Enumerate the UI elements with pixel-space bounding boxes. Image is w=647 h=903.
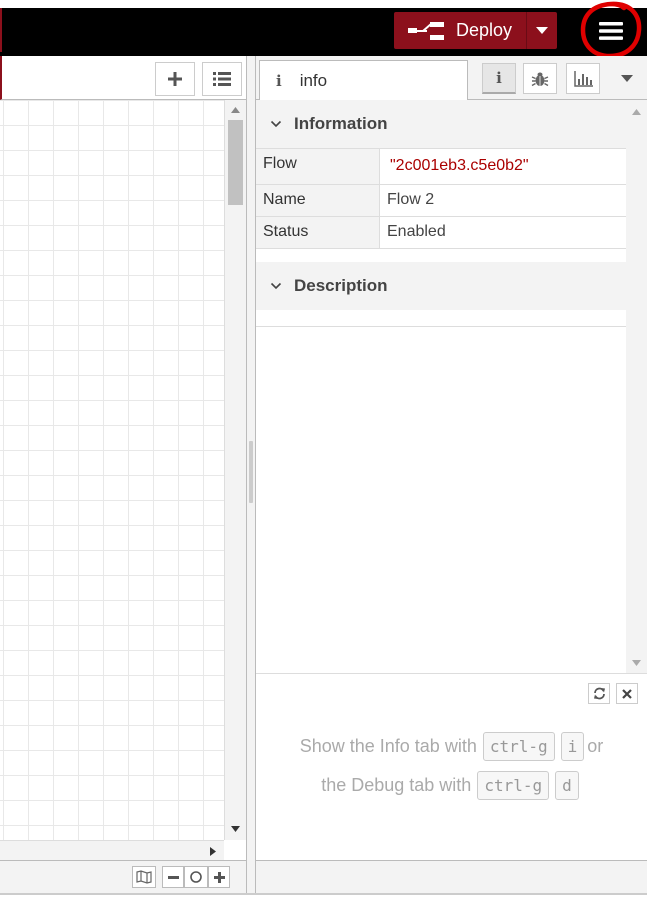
info-icon: i xyxy=(276,72,282,90)
shortcut-key: ctrl-g xyxy=(477,771,550,800)
workspace-canvas[interactable] xyxy=(0,100,224,840)
info-key: Name xyxy=(256,185,380,216)
help-line-debug: the Debug tab with ctrl-g d xyxy=(256,771,647,800)
chart-icon xyxy=(573,70,593,87)
information-title: Information xyxy=(294,114,388,133)
info-value: Flow 2 xyxy=(387,191,435,208)
info-key: Status xyxy=(256,217,380,248)
sidebar-tabs-menu-button[interactable] xyxy=(620,72,634,84)
workspace-tabs-bar xyxy=(0,56,246,100)
sidebar-splitter[interactable] xyxy=(246,56,256,893)
workspace-scroll-thumb[interactable] xyxy=(228,120,243,205)
table-row: Status Enabled xyxy=(256,217,626,249)
table-row: Name Flow 2 xyxy=(256,185,626,217)
description-section-header[interactable]: Description xyxy=(256,262,626,310)
deploy-icon xyxy=(408,21,444,40)
deploy-label: Deploy xyxy=(456,20,513,40)
divider xyxy=(256,326,626,327)
workspace-vertical-scrollbar[interactable] xyxy=(224,100,246,840)
caret-down-icon xyxy=(536,26,548,34)
zoom-in-button[interactable] xyxy=(208,866,230,888)
refresh-button[interactable] xyxy=(588,683,610,704)
dashboard-tab-button[interactable] xyxy=(566,63,600,94)
deploy-button[interactable]: Deploy xyxy=(394,12,557,49)
highlight-circle xyxy=(580,1,642,59)
zoom-out-button[interactable] xyxy=(162,866,184,888)
sidebar-tabs-bar: i info i xyxy=(256,56,647,101)
table-row: Flow "2c001eb3.c5e0b2" xyxy=(256,148,626,185)
description-title: Description xyxy=(294,276,388,295)
tab-info-label: info xyxy=(299,71,328,90)
shortcut-key: d xyxy=(555,771,579,800)
plus-icon xyxy=(168,72,182,86)
info-tab-button[interactable]: i xyxy=(482,63,516,94)
header-accent xyxy=(0,8,2,52)
info-key: Flow xyxy=(256,149,380,184)
sidebar-footer xyxy=(256,860,647,893)
circle-icon xyxy=(190,871,202,883)
workspace-footer xyxy=(0,860,246,893)
information-section-header[interactable]: Information xyxy=(256,100,626,148)
info-panel: Information Flow "2c001eb3.c5e0b2" Name … xyxy=(256,100,626,673)
header: Deploy xyxy=(0,0,647,59)
tab-info[interactable]: i info xyxy=(259,60,468,101)
info-icon: i xyxy=(496,69,502,87)
add-flow-button[interactable] xyxy=(155,62,195,96)
help-line-info: Show the Info tab with ctrl-g i or xyxy=(256,732,647,761)
splitter-grip[interactable] xyxy=(249,441,253,503)
caret-down-icon xyxy=(621,74,633,82)
map-icon xyxy=(136,870,152,884)
scroll-up-arrow-icon[interactable] xyxy=(231,107,240,113)
help-text: the Debug tab with xyxy=(321,775,472,795)
close-icon xyxy=(622,688,632,699)
help-text: or xyxy=(587,736,604,756)
shortcut-key: i xyxy=(560,732,585,761)
debug-tab-button[interactable] xyxy=(523,63,557,94)
flow-list-button[interactable] xyxy=(202,62,242,96)
close-button[interactable] xyxy=(616,683,638,704)
help-text: Show the Info tab with xyxy=(299,736,477,756)
deploy-options-button[interactable] xyxy=(527,12,557,49)
sidebar-vertical-scrollbar[interactable] xyxy=(626,100,647,673)
zoom-reset-button[interactable] xyxy=(184,866,208,888)
navigator-button[interactable] xyxy=(132,866,156,888)
deploy-main-button[interactable]: Deploy xyxy=(394,12,526,49)
bug-icon xyxy=(531,72,549,86)
workspace-horizontal-scrollbar[interactable] xyxy=(0,840,224,860)
scroll-up-arrow-icon[interactable] xyxy=(632,109,641,115)
scroll-down-arrow-icon[interactable] xyxy=(231,826,240,832)
plus-icon xyxy=(213,871,225,883)
chevron-down-icon xyxy=(270,282,282,290)
refresh-icon xyxy=(593,687,605,700)
bottom-divider xyxy=(0,893,647,895)
minus-icon xyxy=(167,875,179,879)
information-table: Flow "2c001eb3.c5e0b2" Name Flow 2 Statu… xyxy=(256,148,626,249)
info-value[interactable]: "2c001eb3.c5e0b2" xyxy=(380,149,626,184)
scroll-down-arrow-icon[interactable] xyxy=(632,660,641,666)
scroll-right-arrow-icon[interactable] xyxy=(210,847,216,856)
chevron-down-icon xyxy=(270,120,282,128)
help-panel: Show the Info tab with ctrl-g i or the D… xyxy=(256,673,647,860)
shortcut-key: ctrl-g xyxy=(482,732,555,761)
list-icon xyxy=(213,72,231,86)
info-value: Enabled xyxy=(387,223,446,240)
